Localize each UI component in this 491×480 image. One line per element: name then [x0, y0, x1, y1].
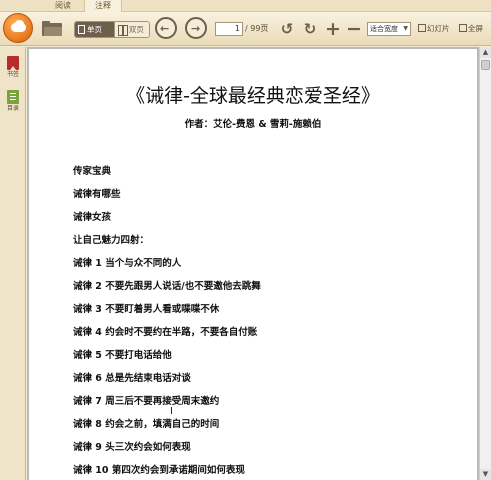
previous-page-button[interactable]: ←: [155, 17, 177, 39]
text-line: 诫律 9 头三次约会如何表现: [73, 442, 191, 453]
document-author: 作者：艾伦-费恩 & 雪莉-施赖伯: [184, 119, 322, 130]
text-line: 诫律 4 约会时不要约在半路，不要各自付账: [73, 327, 258, 338]
text-line: 诫律 10 第四次约会到承诺期间如何表现: [73, 465, 245, 476]
double-page-button[interactable]: 双页: [113, 22, 149, 37]
text-line: 诫律女孩: [73, 212, 112, 223]
vertical-scrollbar[interactable]: ▲ ▼: [479, 47, 491, 480]
zoom-select[interactable]: 适合宽度 ▼: [367, 22, 411, 36]
page-total: / 99页: [245, 24, 269, 33]
page-mode-toggle: 单页 双页: [74, 21, 150, 38]
single-page-icon: [78, 25, 85, 34]
bookmark-icon: [7, 56, 19, 70]
zoom-select-value: 适合宽度: [370, 25, 398, 33]
zoom-in-icon[interactable]: +: [325, 20, 341, 39]
fullscreen-button[interactable]: 全屏: [459, 23, 483, 35]
double-page-icon: [117, 25, 128, 36]
text-cursor-icon: I: [170, 406, 173, 417]
toc-icon: [7, 90, 19, 104]
text-line: 让自己魅力四射：: [73, 235, 150, 246]
toc-tab[interactable]: 目录: [2, 90, 24, 113]
text-line: 诫律 5 不要打电话给他: [73, 350, 172, 361]
scroll-up-icon[interactable]: ▲: [480, 47, 491, 58]
arrow-right-icon: →: [191, 22, 201, 35]
rotate-left-icon[interactable]: ↺: [279, 21, 295, 37]
app-logo-icon[interactable]: [3, 13, 33, 43]
left-rail: 书签 目录: [0, 47, 26, 480]
text-line: 诫律 6 总是先结束电话对谈: [73, 373, 191, 384]
tab-annotate[interactable]: 注释: [84, 0, 122, 12]
rotate-right-icon[interactable]: ↻: [302, 21, 318, 37]
double-page-label: 双页: [128, 25, 144, 34]
single-page-label: 单页: [87, 25, 102, 34]
chevron-down-icon: ▼: [403, 25, 408, 32]
document-title: 《诫律-全球最经典恋爱圣经》: [126, 85, 380, 107]
fullscreen-icon: [459, 24, 467, 32]
text-line: 诫律 2 不要先跟男人说话/也不要邀他去跳舞: [73, 281, 261, 292]
bookmark-tab[interactable]: 书签: [2, 56, 24, 79]
document-viewer: 《诫律-全球最经典恋爱圣经》 作者：艾伦-费恩 & 雪莉-施赖伯 传家宝典 诫律…: [27, 47, 491, 480]
scroll-thumb[interactable]: [481, 60, 490, 70]
slideshow-icon: [418, 24, 426, 32]
text-line: 诫律 3 不要盯着男人看或喋喋不休: [73, 304, 220, 315]
page-number-input[interactable]: 1: [215, 22, 243, 36]
zoom-out-icon[interactable]: −: [346, 20, 362, 39]
toolbar: 单页 双页 ← → 1 / 99页 ↺ ↻ + − 适合宽度 ▼ 幻灯片 全屏: [0, 12, 491, 46]
slideshow-button[interactable]: 幻灯片: [418, 23, 450, 35]
bookmark-label: 书签: [6, 71, 19, 78]
text-line: 诫律有哪些: [73, 189, 121, 200]
text-line: 诫律 7 周三后不要再接受周末邀约: [73, 396, 220, 407]
slideshow-label: 幻灯片: [427, 24, 450, 33]
tab-read[interactable]: 阅读: [44, 0, 82, 12]
arrow-left-icon: ←: [160, 22, 170, 35]
toc-label: 目录: [6, 105, 19, 112]
document-page: 《诫律-全球最经典恋爱圣经》 作者：艾伦-费恩 & 雪莉-施赖伯 传家宝典 诫律…: [29, 49, 477, 480]
text-line: 诫律 1 当个与众不同的人: [73, 258, 182, 269]
text-line: 诫律 8 约会之前，填满自己的时间: [73, 419, 220, 430]
tab-strip: 阅读 注释: [0, 0, 491, 12]
open-folder-icon[interactable]: [42, 21, 62, 36]
text-line: 传家宝典: [73, 166, 112, 177]
single-page-button[interactable]: 单页: [75, 22, 114, 37]
fullscreen-label: 全屏: [468, 24, 483, 33]
scroll-down-icon[interactable]: ▼: [480, 469, 491, 480]
next-page-button[interactable]: →: [185, 17, 207, 39]
document-body: 传家宝典 诫律有哪些 诫律女孩 让自己魅力四射： 诫律 1 当个与众不同的人 诫…: [73, 165, 453, 480]
